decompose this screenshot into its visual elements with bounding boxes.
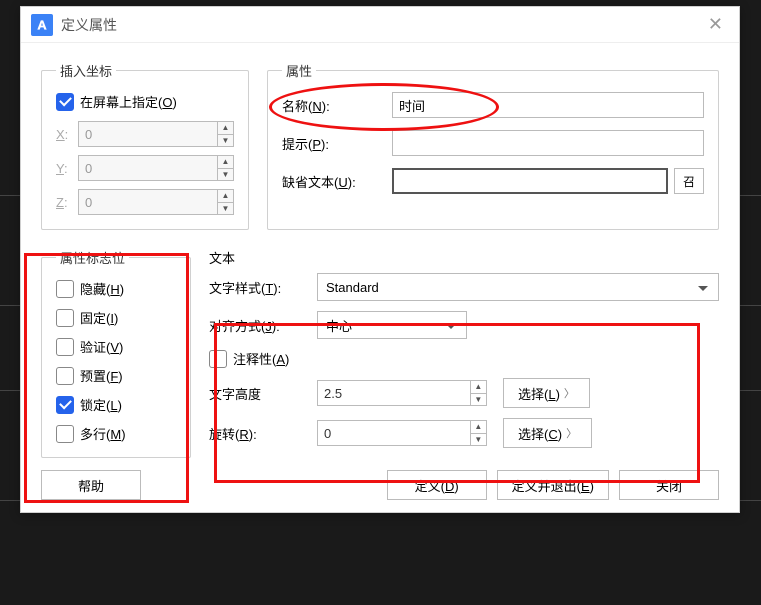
- insert-coords-legend: 插入坐标: [56, 61, 116, 80]
- justify-value: 中心: [326, 316, 352, 335]
- preset-checkbox[interactable]: [56, 367, 74, 385]
- flags-legend: 属性标志位: [56, 248, 129, 267]
- y-label: Y:: [56, 161, 78, 176]
- x-up-icon[interactable]: ▲: [218, 122, 233, 135]
- rotation-label: 旋转(R):: [209, 424, 317, 443]
- close-icon[interactable]: ✕: [702, 14, 729, 35]
- help-button[interactable]: 帮助: [41, 470, 141, 500]
- default-input[interactable]: [392, 168, 668, 194]
- dialog-title: 定义属性: [61, 15, 702, 35]
- y-input[interactable]: [79, 156, 217, 180]
- height-spinner[interactable]: ▲▼: [317, 380, 487, 406]
- height-up-icon[interactable]: ▲: [471, 381, 486, 394]
- text-legend: 文本: [209, 248, 719, 267]
- verify-checkbox[interactable]: [56, 338, 74, 356]
- annotative-label: 注释性(A): [233, 349, 289, 368]
- pick-height-button[interactable]: 选择(L)〉: [503, 378, 590, 408]
- y-up-icon[interactable]: ▲: [218, 156, 233, 169]
- name-label: 名称(N):: [282, 96, 392, 115]
- attribute-flags-group: 属性标志位 隐藏(H) 固定(I) 验证(V) 预置(F) 锁定(L) 多行(M…: [41, 248, 191, 458]
- z-spinner[interactable]: ▲▼: [78, 189, 234, 215]
- multiline-label: 多行(M): [80, 424, 126, 443]
- z-up-icon[interactable]: ▲: [218, 190, 233, 203]
- hidden-checkbox[interactable]: [56, 280, 74, 298]
- text-style-select[interactable]: Standard: [317, 273, 719, 301]
- rotation-up-icon[interactable]: ▲: [471, 421, 486, 434]
- close-button[interactable]: 关闭: [619, 470, 719, 500]
- text-group: 文本 文字样式(T): Standard 对齐方式(J): 中心: [209, 248, 719, 458]
- y-spinner[interactable]: ▲▼: [78, 155, 234, 181]
- x-spinner[interactable]: ▲▼: [78, 121, 234, 147]
- insert-coords-group: 插入坐标 在屏幕上指定(O) X: ▲▼ Y: ▲▼: [41, 61, 249, 230]
- multiline-checkbox[interactable]: [56, 425, 74, 443]
- pick-rotation-button[interactable]: 选择(C)〉: [503, 418, 592, 448]
- fixed-checkbox[interactable]: [56, 309, 74, 327]
- attributes-legend: 属性: [282, 61, 316, 80]
- preset-label: 预置(F): [80, 366, 123, 385]
- name-input[interactable]: [392, 92, 704, 118]
- x-input[interactable]: [79, 122, 217, 146]
- chevron-right-icon: 〉: [566, 425, 577, 441]
- lock-checkbox[interactable]: [56, 396, 74, 414]
- define-attribute-dialog: 定义属性 ✕ 插入坐标 在屏幕上指定(O) X: ▲▼ Y:: [20, 6, 740, 513]
- justify-select[interactable]: 中心: [317, 311, 467, 339]
- attributes-group: 属性 名称(N): 提示(P): 缺省文本(U): 召: [267, 61, 719, 230]
- prompt-input[interactable]: [392, 130, 704, 156]
- x-label: X:: [56, 127, 78, 142]
- z-label: Z:: [56, 195, 78, 210]
- height-label: 文字高度: [209, 384, 317, 403]
- z-input[interactable]: [79, 190, 217, 214]
- pick-height-label: 选择(L): [518, 384, 560, 403]
- default-label: 缺省文本(U):: [282, 172, 392, 191]
- fixed-label: 固定(I): [80, 308, 118, 327]
- justify-label: 对齐方式(J):: [209, 316, 317, 335]
- rotation-spinner[interactable]: ▲▼: [317, 420, 487, 446]
- annotative-checkbox[interactable]: [209, 350, 227, 368]
- lock-label: 锁定(L): [80, 395, 122, 414]
- rotation-input[interactable]: [318, 421, 470, 445]
- hidden-label: 隐藏(H): [80, 279, 124, 298]
- verify-label: 验证(V): [80, 337, 123, 356]
- pick-rotation-label: 选择(C): [518, 424, 562, 443]
- rotation-down-icon[interactable]: ▼: [471, 434, 486, 446]
- height-down-icon[interactable]: ▼: [471, 394, 486, 406]
- prompt-label: 提示(P):: [282, 134, 392, 153]
- specify-on-screen-label: 在屏幕上指定(O): [80, 92, 177, 111]
- define-and-exit-button[interactable]: 定义并退出(E): [497, 470, 609, 500]
- y-down-icon[interactable]: ▼: [218, 169, 233, 181]
- height-input[interactable]: [318, 381, 470, 405]
- specify-on-screen-checkbox[interactable]: [56, 93, 74, 111]
- define-button[interactable]: 定义(D): [387, 470, 487, 500]
- app-logo-icon: [31, 14, 53, 36]
- insert-field-button[interactable]: 召: [674, 168, 704, 194]
- text-style-value: Standard: [326, 280, 379, 295]
- z-down-icon[interactable]: ▼: [218, 203, 233, 215]
- style-label: 文字样式(T):: [209, 278, 317, 297]
- titlebar: 定义属性 ✕: [21, 7, 739, 43]
- insert-field-icon: 召: [683, 173, 695, 190]
- chevron-right-icon: 〉: [564, 385, 575, 401]
- x-down-icon[interactable]: ▼: [218, 135, 233, 147]
